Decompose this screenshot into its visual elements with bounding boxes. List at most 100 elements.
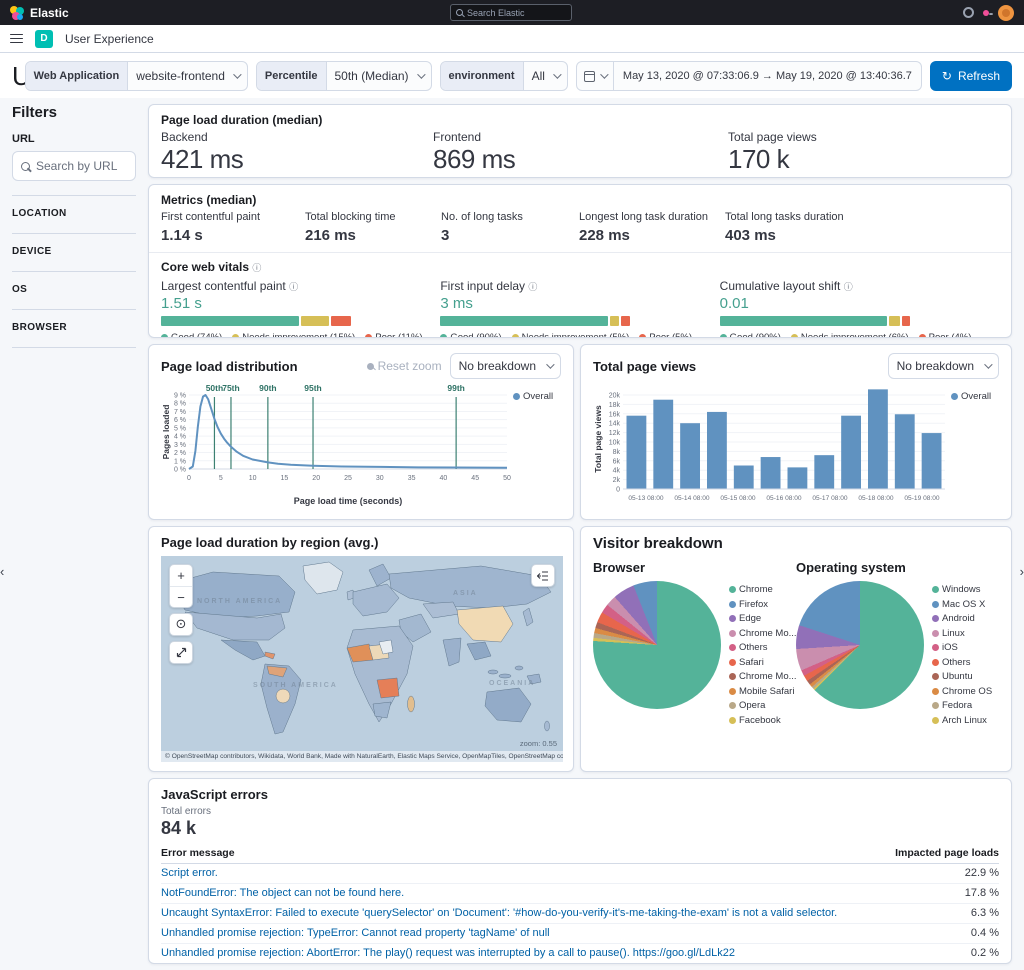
error-message-link[interactable]: Uncaught SyntaxError: Failed to execute … <box>161 907 837 920</box>
legend-dot <box>719 334 727 337</box>
svg-text:05-15 08:00: 05-15 08:00 <box>720 495 756 502</box>
legend-dot <box>918 334 926 337</box>
page-load-distribution-chart[interactable]: 0 % 1 % 2 % 3 % 4 % 5 % 6 % 7 % 8 % 9 % 0 5 10 15 20 25… <box>161 381 513 512</box>
os-pie-chart[interactable] <box>796 581 924 709</box>
svg-text:25: 25 <box>344 475 352 482</box>
legend-item[interactable]: Edge <box>729 612 797 627</box>
environment-filter[interactable]: environment All <box>439 61 568 91</box>
legend-item[interactable]: Opera <box>729 699 797 714</box>
legend-item[interactable]: Mac OS X <box>932 598 992 613</box>
error-message-link[interactable]: Script error. <box>161 867 218 880</box>
error-message-link[interactable]: NotFoundError: The object can not be fou… <box>161 887 404 900</box>
info-icon[interactable]: ⓘ <box>289 282 298 292</box>
legend-item[interactable]: Chrome Mo... <box>729 627 797 642</box>
chart-legend[interactable]: Overall <box>513 381 561 512</box>
quick-select-menu[interactable] <box>577 62 614 90</box>
legend-item[interactable]: Chrome <box>729 583 797 598</box>
stat: Total long tasks duration 403 ms <box>725 210 844 245</box>
metrics-panel: Metrics (median) First contentful paint 1… <box>148 184 1012 338</box>
legend-dot <box>365 334 373 337</box>
stat: Total blocking time 216 ms <box>305 210 441 245</box>
chart-legend[interactable]: Overall <box>951 381 999 518</box>
legend-item[interactable]: Linux <box>932 627 992 642</box>
breakdown-select[interactable]: No breakdown <box>887 353 999 379</box>
date-range-picker[interactable]: May 13, 2020 @ 07:33:06.9 → May 19, 2020… <box>575 61 922 91</box>
svg-text:50th: 50th <box>206 383 223 393</box>
chevron-down-icon <box>600 70 609 79</box>
sidebar-section-browser[interactable]: BROWSER <box>12 309 136 333</box>
map-zoom-in-button[interactable]: + <box>170 565 192 586</box>
elastic-brand[interactable]: Elastic <box>10 5 69 20</box>
legend-dot <box>932 702 939 709</box>
date-range-end[interactable]: May 19, 2020 @ 13:40:36.7 <box>776 70 912 82</box>
total-page-views-chart[interactable]: 0 2k 4k 6k 8k 10k 12k 14k 16k 18k 20k 05-13 08:00 05… <box>593 381 951 518</box>
map-attribution[interactable]: © OpenStreetMap contributors, Wikidata, … <box>161 751 563 762</box>
sidebar-section-location[interactable]: LOCATION <box>12 195 136 219</box>
sidebar-section-os[interactable]: OS <box>12 271 136 295</box>
sidebar-section-device[interactable]: DEVICE <box>12 233 136 257</box>
legend-item[interactable]: iOS <box>932 641 992 656</box>
vital-legend: Good (90%) Needs improvement (5%) Poor (5%… <box>440 332 719 337</box>
calendar-icon <box>583 70 595 82</box>
map-fullscreen-button[interactable] <box>170 642 192 663</box>
legend-item[interactable]: Facebook <box>729 714 797 729</box>
percentile-value: 50th (Median) <box>334 69 409 83</box>
legend-item[interactable]: Safari <box>729 656 797 671</box>
svg-text:05-19 08:00: 05-19 08:00 <box>904 495 940 502</box>
browser-pie-chart[interactable] <box>593 581 721 709</box>
stat-value: 421 ms <box>161 144 244 174</box>
impacted-page-loads-value: 6.3 % <box>970 907 999 919</box>
core-web-vitals-title: Core web vitals ⓘ <box>161 260 262 274</box>
vital-bar-segment <box>621 316 631 326</box>
info-icon[interactable]: ⓘ <box>528 282 537 292</box>
legend-item[interactable]: Fedora <box>932 699 992 714</box>
column-header-impacted-page-loads[interactable]: Impacted page loads <box>895 847 999 859</box>
svg-text:9 %: 9 % <box>174 393 186 400</box>
legend-item: Good (90%) <box>440 332 502 337</box>
impacted-page-loads-value: 22.9 % <box>964 867 999 879</box>
legend-item[interactable]: Others <box>729 641 797 656</box>
legend-item[interactable]: Others <box>932 656 992 671</box>
percentile-label: Percentile <box>256 62 327 90</box>
help-icon[interactable] <box>963 7 974 18</box>
legend-dot <box>932 644 939 651</box>
breadcrumb-bar: D User Experience <box>0 25 1024 53</box>
column-header-error-message[interactable]: Error message <box>161 847 235 859</box>
vital-label: First input delay ⓘ <box>440 279 538 293</box>
menu-icon[interactable] <box>10 33 23 44</box>
url-search-input[interactable]: Search by URL <box>12 151 136 181</box>
svg-text:30: 30 <box>376 475 384 482</box>
legend-item[interactable]: Firefox <box>729 598 797 613</box>
breadcrumb[interactable]: User Experience <box>65 32 154 46</box>
percentile-filter[interactable]: Percentile 50th (Median) <box>255 61 432 91</box>
svg-text:2 %: 2 % <box>174 450 186 457</box>
date-range-start[interactable]: May 13, 2020 @ 07:33:06.9 <box>623 70 759 82</box>
web-application-filter[interactable]: Web Application website-frontend <box>24 61 248 91</box>
legend-item[interactable]: Mobile Safari <box>729 685 797 700</box>
legend-item[interactable]: Ubuntu <box>932 670 992 685</box>
global-search-input[interactable]: Search Elastic <box>450 4 572 21</box>
map-locate-button[interactable]: ⊙ <box>170 614 192 635</box>
svg-text:20: 20 <box>312 475 320 482</box>
legend-item[interactable]: Android <box>932 612 992 627</box>
svg-text:Page load time (seconds): Page load time (seconds) <box>294 496 403 506</box>
error-message-link[interactable]: Unhandled promise rejection: TypeError: … <box>161 927 550 940</box>
ux-app-icon[interactable]: D <box>35 29 53 48</box>
reset-zoom-button[interactable]: Reset zoom <box>366 359 442 373</box>
legend-item[interactable]: Chrome Mo... <box>729 670 797 685</box>
user-avatar[interactable] <box>998 4 1014 21</box>
refresh-button[interactable]: ↻ Refresh <box>929 61 1012 91</box>
svg-text:8 %: 8 % <box>174 401 186 408</box>
error-message-link[interactable]: Unhandled promise rejection: AbortError:… <box>161 947 735 960</box>
world-map[interactable]: NORTH AMERICA SOUTH AMERICA ASIA OCEANIA + … <box>161 556 563 762</box>
map-legend-toggle-button[interactable] <box>532 565 554 586</box>
svg-text:6k: 6k <box>613 458 621 465</box>
breakdown-select[interactable]: No breakdown <box>449 353 561 379</box>
info-icon[interactable]: ⓘ <box>252 263 261 273</box>
legend-item[interactable]: Arch Linux <box>932 714 992 729</box>
legend-item[interactable]: Chrome OS <box>932 685 992 700</box>
svg-text:95th: 95th <box>304 383 321 393</box>
info-icon[interactable]: ⓘ <box>844 282 853 292</box>
legend-item[interactable]: Windows <box>932 583 992 598</box>
map-zoom-out-button[interactable]: − <box>170 586 192 607</box>
